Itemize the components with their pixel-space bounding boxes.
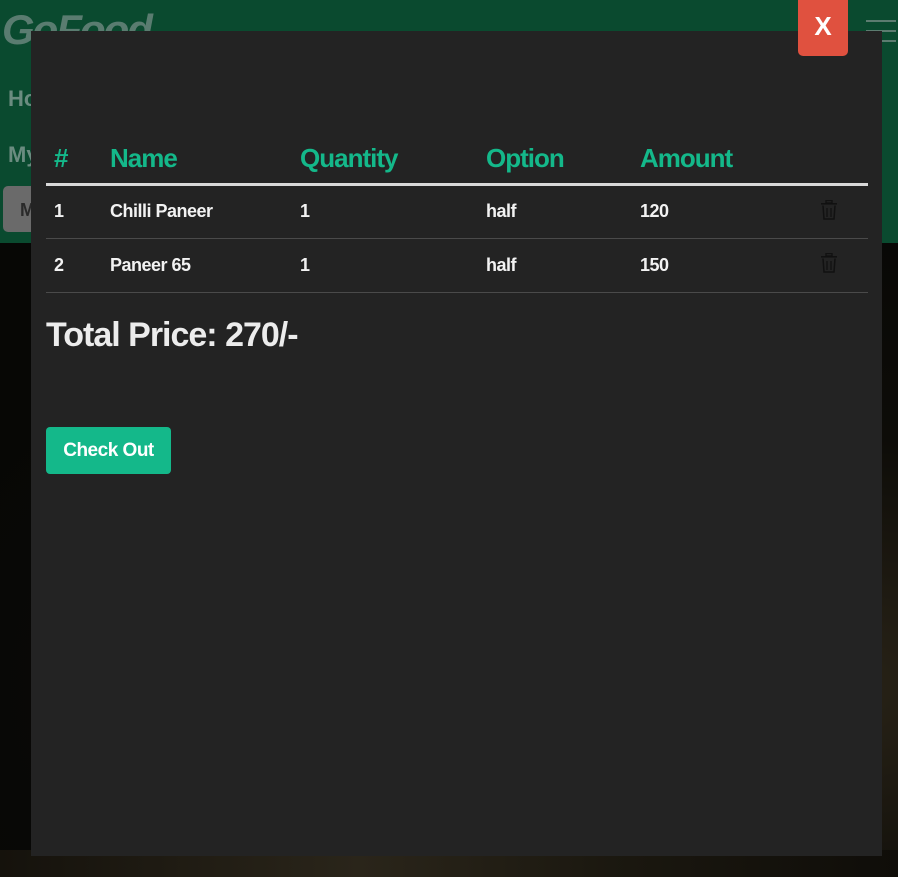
cell-amount: 150 xyxy=(640,238,814,293)
close-button[interactable]: X xyxy=(798,0,848,56)
cell-index: 2 xyxy=(46,238,110,293)
cell-amount: 120 xyxy=(640,184,814,239)
column-header-amount: Amount xyxy=(640,136,814,186)
column-header-name: Name xyxy=(110,136,300,186)
cell-index: 1 xyxy=(46,184,110,239)
cell-quantity: 1 xyxy=(300,184,486,239)
checkout-button[interactable]: Check Out xyxy=(46,427,171,474)
cart-modal: # Name Quantity Option Amount 1 Chilli P… xyxy=(31,31,882,856)
trash-icon[interactable] xyxy=(818,199,840,221)
cell-name: Paneer 65 xyxy=(110,238,300,293)
table-row: 2 Paneer 65 1 half 150 xyxy=(46,238,868,293)
total-price: Total Price: 270/- xyxy=(46,316,299,354)
column-header-quantity: Quantity xyxy=(300,136,486,186)
cell-quantity: 1 xyxy=(300,238,486,293)
table-row: 1 Chilli Paneer 1 half 120 xyxy=(46,184,868,239)
cell-option: half xyxy=(486,238,640,293)
cell-option: half xyxy=(486,184,640,239)
cart-table: # Name Quantity Option Amount 1 Chilli P… xyxy=(46,136,868,293)
trash-icon[interactable] xyxy=(818,252,840,274)
cell-name: Chilli Paneer xyxy=(110,184,300,239)
column-header-index: # xyxy=(46,136,110,186)
cell-actions xyxy=(814,184,868,239)
column-header-actions xyxy=(814,136,868,186)
cell-actions xyxy=(814,238,868,293)
table-header-row: # Name Quantity Option Amount xyxy=(46,136,868,186)
column-header-option: Option xyxy=(486,136,640,186)
